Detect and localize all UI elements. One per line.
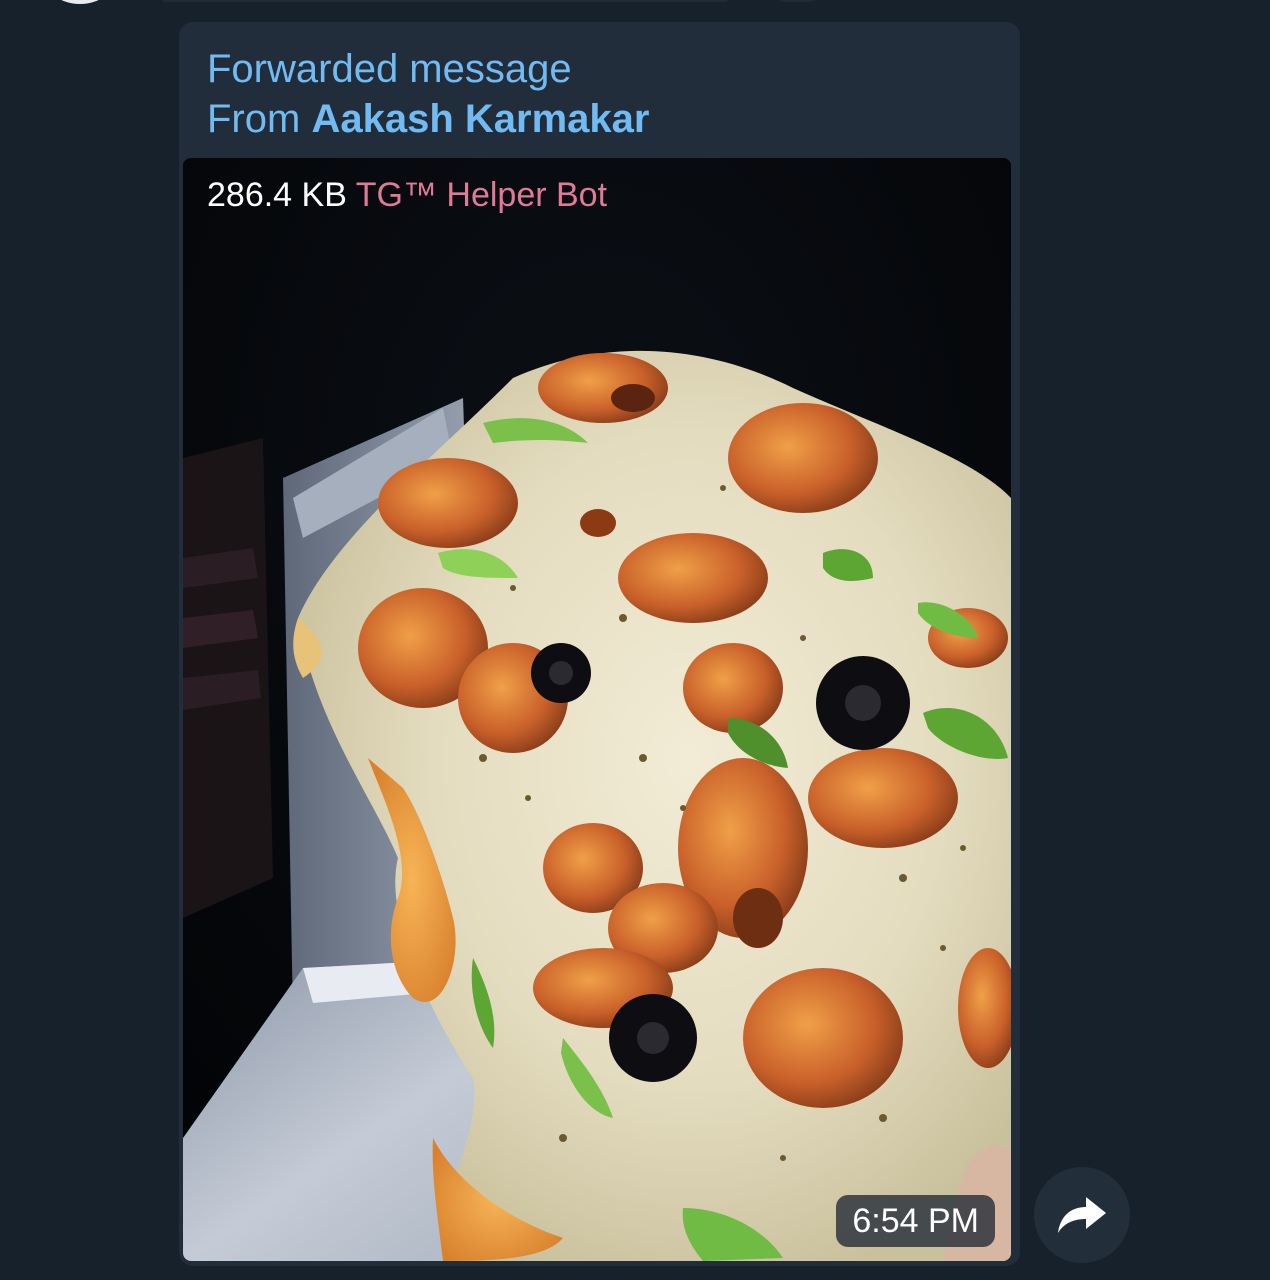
- forward-sender-name[interactable]: Aakash Karmakar: [311, 97, 649, 141]
- from-prefix: From: [207, 97, 301, 141]
- share-button[interactable]: [1034, 1167, 1130, 1263]
- message-time: 6:54 PM: [836, 1195, 995, 1247]
- previous-message-bubble[interactable]: [160, 0, 730, 2]
- file-info: 286.4 KB TG™ Helper Bot: [207, 176, 607, 215]
- forward-source[interactable]: From Aakash Karmakar: [207, 94, 649, 144]
- forward-header[interactable]: Forwarded message From Aakash Karmakar: [207, 44, 649, 144]
- file-size: 286.4 KB: [207, 176, 347, 214]
- previous-share-button[interactable]: [772, 0, 822, 2]
- pizza-photo-image: [183, 158, 1011, 1261]
- via-bot-name[interactable]: TG™ Helper Bot: [356, 176, 607, 214]
- share-arrow-icon: [1058, 1197, 1106, 1233]
- photo-attachment[interactable]: 286.4 KB TG™ Helper Bot 6:54 PM: [183, 158, 1011, 1261]
- chat-area: Forwarded message From Aakash Karmakar 2…: [0, 0, 1270, 1280]
- message-bubble[interactable]: Forwarded message From Aakash Karmakar 2…: [179, 22, 1020, 1266]
- previous-message-avatar[interactable]: [40, 0, 120, 4]
- forward-label: Forwarded message: [207, 47, 572, 91]
